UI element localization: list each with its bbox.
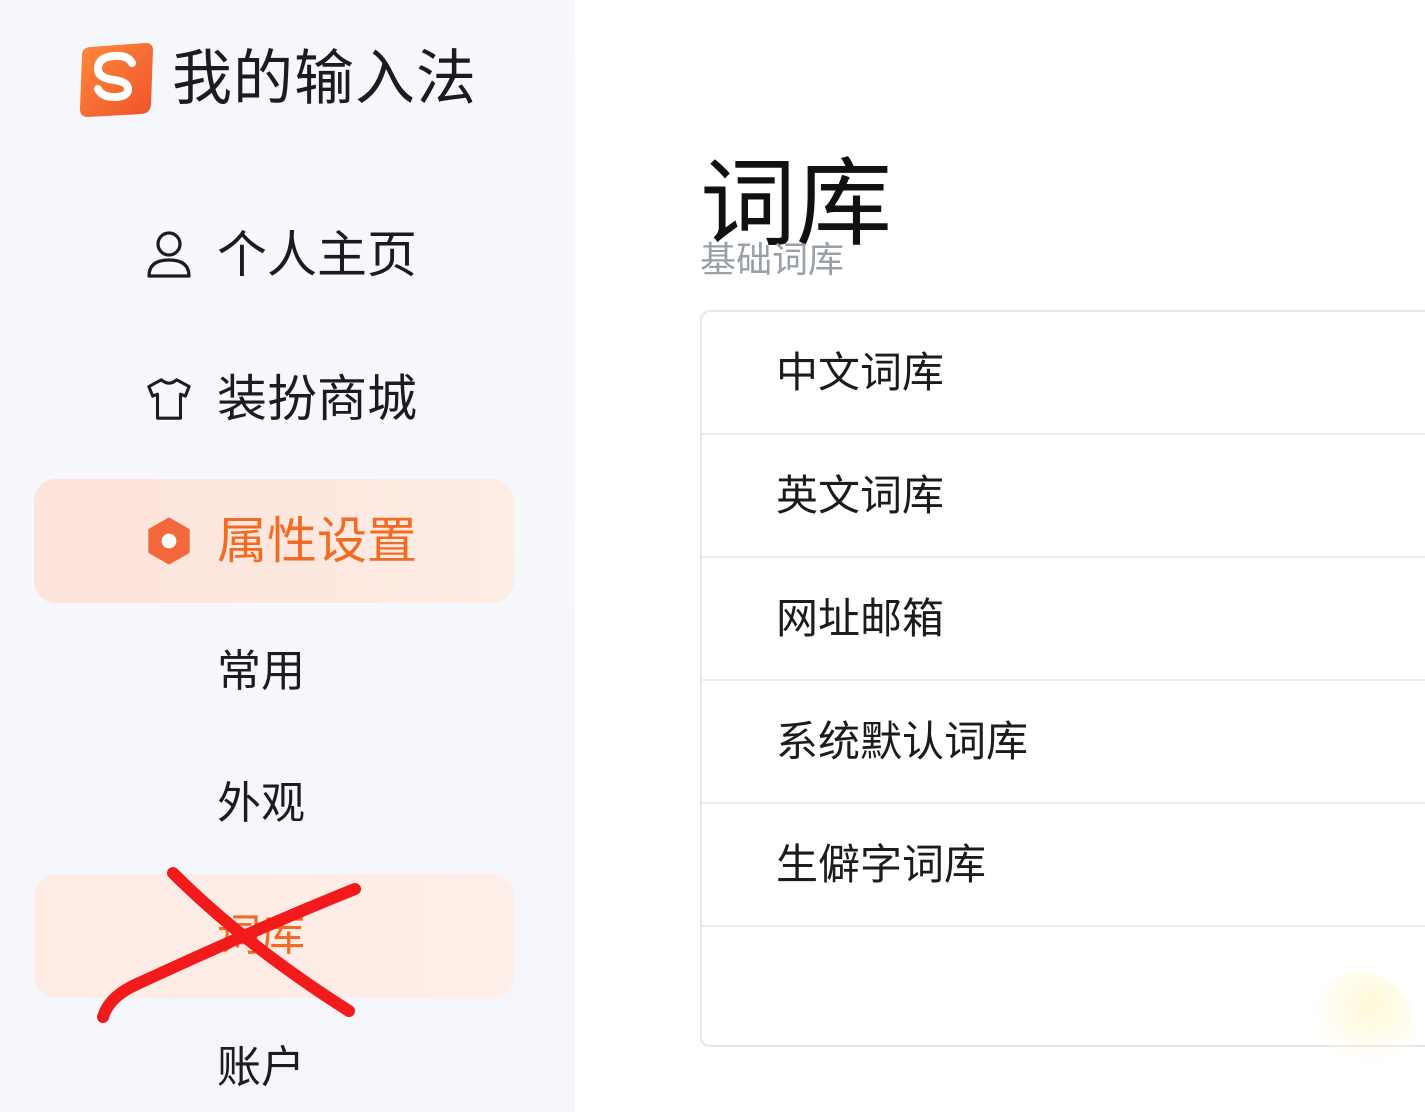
sidebar-item-settings[interactable]: 属性设置 xyxy=(34,479,514,603)
sub-item-label: 账户 xyxy=(217,1042,305,1093)
sub-item-general[interactable]: 常用 xyxy=(34,610,514,734)
sub-item-label: 外观 xyxy=(217,778,305,829)
decoration xyxy=(1305,972,1415,1082)
section-label: 基础词库 xyxy=(700,240,845,281)
list-item-label: 网址邮箱 xyxy=(776,593,945,643)
settings-hexagon-icon xyxy=(146,517,192,565)
sidebar-item-label: 装扮商城 xyxy=(217,370,417,428)
list-item-url-email[interactable]: 网址邮箱 xyxy=(702,558,1425,681)
sidebar-item-shop[interactable]: 装扮商城 xyxy=(34,337,514,461)
list-item-label: 英文词库 xyxy=(776,470,945,520)
app-window: 我的输入法 个人主页 装扮商城 属性设置 常用 外观 词库 账户 词库 基础词库… xyxy=(0,0,1425,1112)
sidebar: 我的输入法 个人主页 装扮商城 属性设置 常用 外观 词库 账户 xyxy=(0,0,575,1112)
list-item-label: 系统默认词库 xyxy=(776,716,1029,766)
list-item-system-default-dict[interactable]: 系统默认词库 xyxy=(702,681,1425,804)
user-icon xyxy=(146,231,192,278)
list-item-english-dict[interactable]: 英文词库 xyxy=(702,435,1425,558)
dictionary-list: 中文词库 英文词库 网址邮箱 系统默认词库 生僻字词库 xyxy=(700,310,1425,1047)
brand: 我的输入法 xyxy=(76,38,477,120)
sidebar-item-label: 属性设置 xyxy=(217,512,417,570)
sidebar-item-label: 个人主页 xyxy=(217,226,417,284)
list-item-label: 中文词库 xyxy=(776,347,945,397)
sub-item-label: 词库 xyxy=(217,910,305,961)
page-title: 词库 xyxy=(700,148,892,261)
sidebar-item-profile[interactable]: 个人主页 xyxy=(34,193,514,317)
shirt-icon xyxy=(146,376,192,422)
main-content: 词库 基础词库 中文词库 英文词库 网址邮箱 系统默认词库 生僻字词库 xyxy=(575,0,1425,1112)
sub-item-label: 常用 xyxy=(217,646,305,697)
app-title: 我的输入法 xyxy=(172,44,477,114)
sogou-logo-icon xyxy=(80,43,153,117)
list-item-rare-char-dict[interactable]: 生僻字词库 xyxy=(702,804,1425,927)
sub-item-dictionary[interactable]: 词库 xyxy=(34,874,514,998)
list-item-label: 生僻字词库 xyxy=(776,839,987,889)
list-item-chinese-dict[interactable]: 中文词库 xyxy=(702,312,1425,435)
sub-item-appearance[interactable]: 外观 xyxy=(34,742,514,866)
sub-item-account[interactable]: 账户 xyxy=(34,1006,514,1112)
